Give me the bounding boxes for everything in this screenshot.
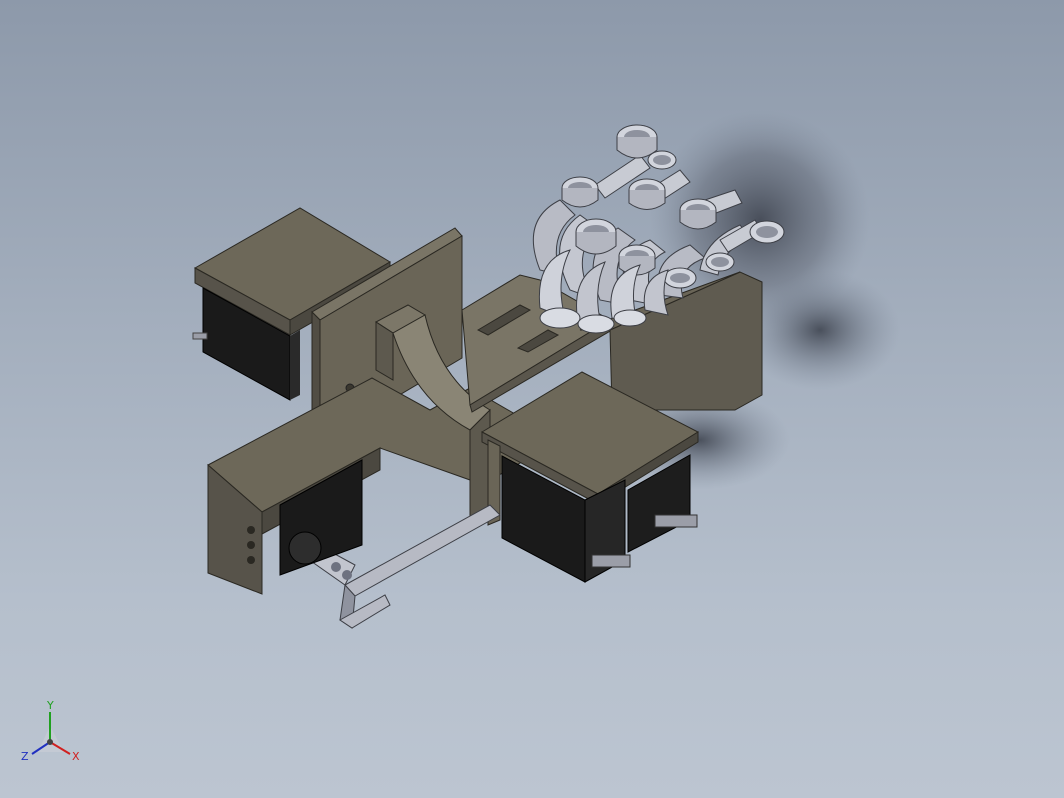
finger-ring — [663, 267, 697, 289]
y-axis-label: Y — [46, 700, 54, 712]
finger-ring — [575, 218, 617, 255]
graphics-viewport[interactable]: Y X Z — [0, 0, 1064, 798]
finger-ring — [679, 198, 717, 230]
finger-ring — [561, 176, 599, 208]
finger-ring — [647, 150, 677, 170]
z-axis-label: Z — [21, 750, 29, 763]
finger-ring — [616, 124, 658, 159]
x-axis-label: X — [72, 750, 80, 763]
finger-ring — [705, 252, 735, 272]
finger-ring — [628, 178, 666, 210]
triad-origin — [47, 739, 53, 745]
orientation-triad[interactable]: Y X Z — [18, 700, 88, 770]
model-3d-view[interactable] — [0, 0, 1064, 798]
finger-ring — [749, 220, 785, 244]
